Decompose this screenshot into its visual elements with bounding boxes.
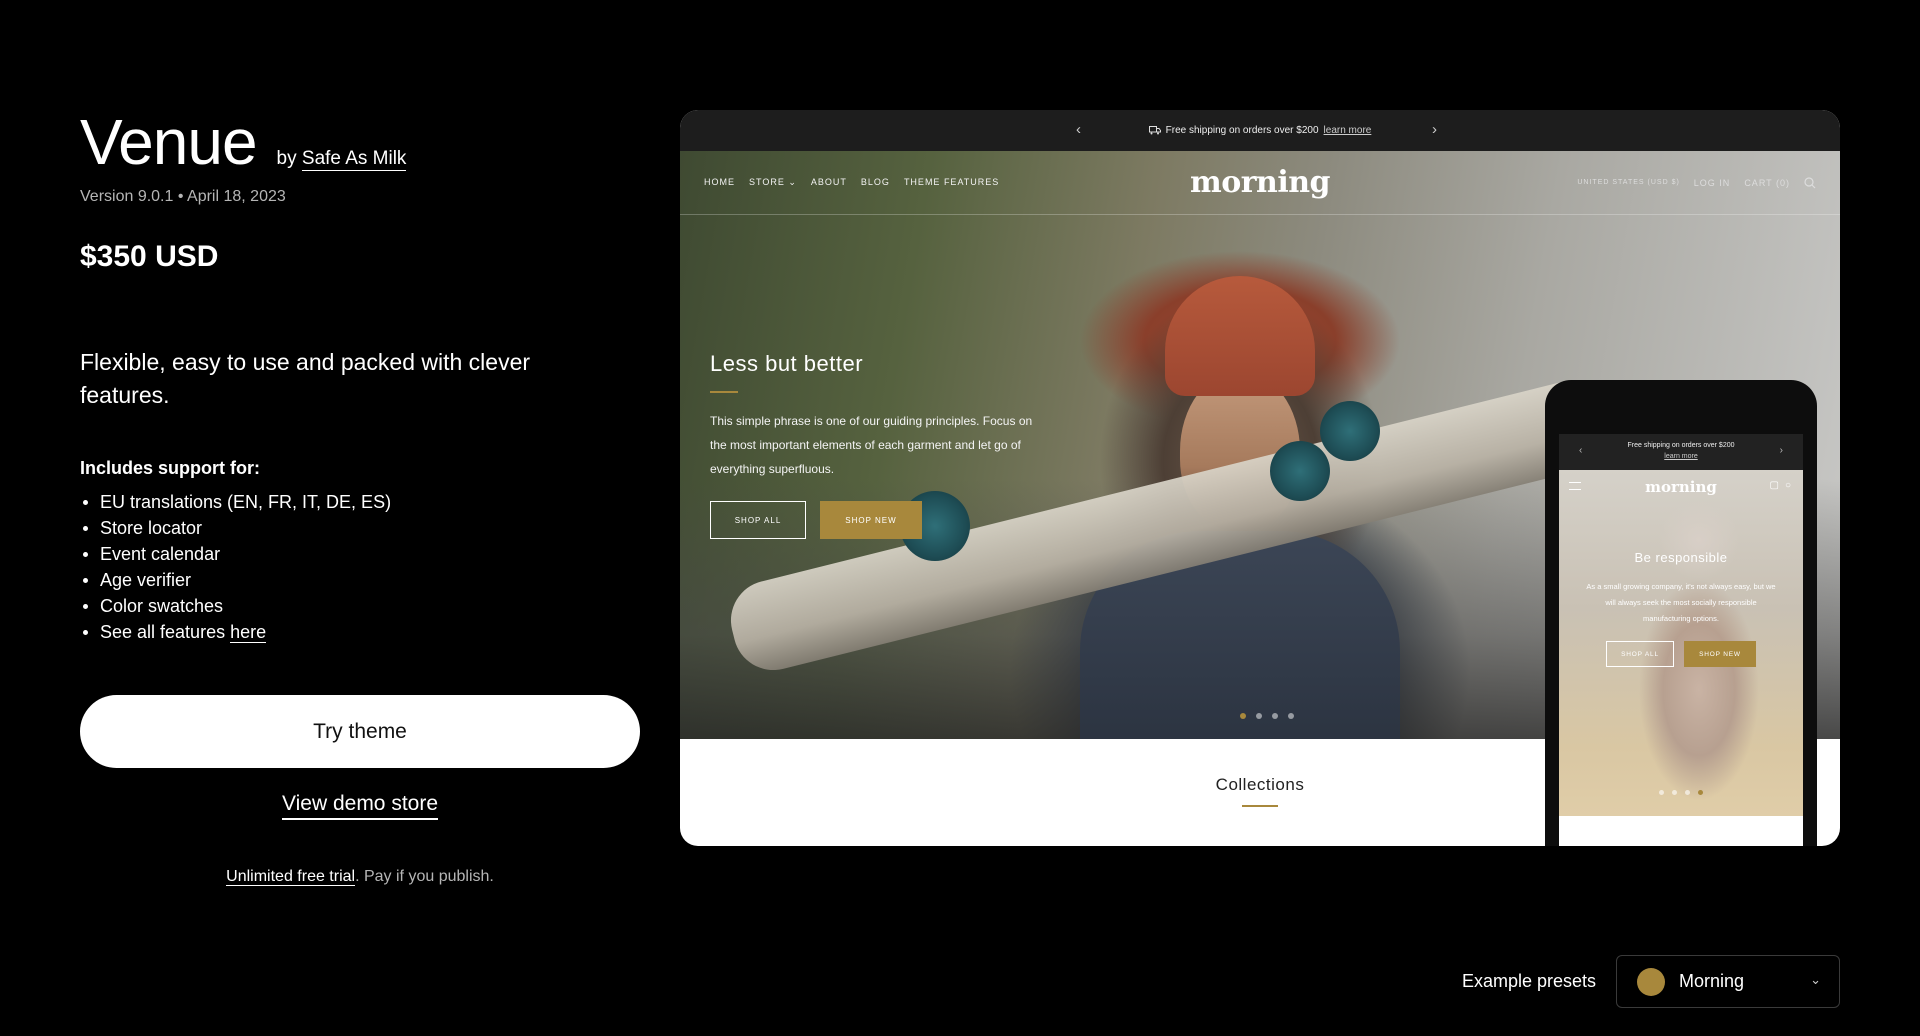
nav-blog[interactable]: BLOG (861, 177, 890, 188)
phone-hero-title: Be responsible (1634, 550, 1728, 565)
theme-info: Venue by Safe As Milk Version 9.0.1 • Ap… (80, 110, 640, 886)
phone-slide-dots (1559, 790, 1803, 795)
slide-dot[interactable] (1672, 790, 1677, 795)
slide-dot[interactable] (1272, 713, 1278, 719)
theme-preview: ‹ Free shipping on orders over $200 lear… (680, 110, 1840, 846)
byline: by Safe As Milk (276, 148, 407, 171)
feature-item-more: See all features here (80, 619, 640, 645)
phone-mockup: ‹ Free shipping on orders over $200 lear… (1545, 380, 1817, 846)
features-here-link[interactable]: here (230, 622, 267, 643)
try-theme-button[interactable]: Try theme (80, 695, 640, 768)
feature-item: Store locator (80, 515, 640, 541)
theme-title: Venue (80, 106, 258, 178)
chevron-down-icon: ⌄ (1810, 972, 1821, 987)
author-link[interactable]: Safe As Milk (301, 148, 407, 171)
collections-rule (1242, 805, 1278, 807)
nav-about[interactable]: ABOUT (811, 177, 847, 188)
phone-announcement-text: Free shipping on orders over $200 (1627, 442, 1735, 449)
slide-dot[interactable] (1698, 790, 1703, 795)
phone-shop-new-button[interactable]: SHOP NEW (1684, 641, 1756, 667)
features-more-text: See all features (100, 622, 226, 642)
release-date: April 18, 2023 (187, 188, 286, 205)
nav-links: HOME STORE ⌄ ABOUT BLOG THEME FEATURES (704, 177, 999, 188)
feature-item: EU translations (EN, FR, IT, DE, ES) (80, 489, 640, 515)
chevron-right-icon[interactable]: › (1780, 445, 1783, 456)
nav-right: UNITED STATES (USD $) LOG IN CART (0) (1577, 176, 1816, 189)
preset-selected-value: Morning (1679, 971, 1745, 991)
feature-item: Color swatches (80, 593, 640, 619)
phone-shop-all-button[interactable]: SHOP ALL (1606, 641, 1674, 667)
bag-icon[interactable]: ▢ (1770, 480, 1779, 491)
phone-hero-description: As a small growing company, it's not alw… (1586, 582, 1776, 623)
announcement-text: Free shipping on orders over $200 (1165, 125, 1319, 136)
search-icon[interactable]: ○ (1785, 480, 1791, 491)
cart-link[interactable]: CART (0) (1744, 178, 1790, 188)
wheel-shape (1270, 441, 1330, 501)
version-info: Version 9.0.1 • April 18, 2023 (80, 188, 640, 206)
slide-dot[interactable] (1685, 790, 1690, 795)
beanie-shape (1165, 276, 1315, 396)
slide-dot[interactable] (1256, 713, 1262, 719)
phone-hero-buttons: SHOP ALL SHOP NEW (1559, 641, 1803, 667)
version-number: Version 9.0.1 (80, 188, 174, 205)
chevron-left-icon[interactable]: ‹ (1076, 121, 1081, 138)
announcement-bar: ‹ Free shipping on orders over $200 lear… (680, 110, 1840, 151)
feature-item: Age verifier (80, 567, 640, 593)
title-row: Venue by Safe As Milk (80, 110, 640, 174)
example-presets: Example presets Morning ⌄ (1462, 955, 1840, 1008)
nav-store-label: STORE (749, 177, 785, 187)
learn-more-link[interactable]: learn more (1324, 125, 1372, 136)
trial-note: Unlimited free trial. Pay if you publish… (80, 868, 640, 886)
hero-buttons: SHOP ALL SHOP NEW (710, 501, 1040, 539)
hero-text: Less but better This simple phrase is on… (710, 351, 1040, 539)
slide-dot[interactable] (1659, 790, 1664, 795)
slide-dot[interactable] (1240, 713, 1246, 719)
slide-dots (1240, 713, 1294, 719)
region-selector[interactable]: UNITED STATES (USD $) (1577, 179, 1679, 186)
feature-item: Event calendar (80, 541, 640, 567)
login-link[interactable]: LOG IN (1694, 178, 1731, 188)
nav-home[interactable]: HOME (704, 177, 735, 188)
preset-select[interactable]: Morning ⌄ (1616, 955, 1840, 1008)
wheel-shape (1320, 401, 1380, 461)
presets-label: Example presets (1461, 971, 1596, 991)
demo-link-wrap: View demo store (80, 792, 640, 820)
phone-hero-text: Be responsible As a small growing compan… (1559, 550, 1803, 667)
announcement: Free shipping on orders over $200 learn … (1148, 125, 1372, 136)
hero-rule (710, 391, 738, 393)
phone-header-icons: ▢ ○ (1770, 480, 1792, 491)
chevron-down-icon: ⌄ (788, 177, 797, 187)
nav-store[interactable]: STORE ⌄ (749, 177, 797, 188)
preset-swatch (1637, 967, 1665, 996)
hero-title: Less but better (710, 351, 864, 376)
phone-learn-more-link[interactable]: learn more (1664, 453, 1697, 460)
truck-icon (1148, 126, 1161, 135)
nav-theme-features[interactable]: THEME FEATURES (904, 177, 999, 188)
phone-hero-image: morning ▢ ○ Be responsible As a small gr… (1559, 470, 1803, 816)
feature-list: EU translations (EN, FR, IT, DE, ES) Sto… (80, 489, 640, 645)
byline-prefix: by (276, 148, 297, 169)
search-icon[interactable] (1804, 176, 1816, 189)
phone-screen: ‹ Free shipping on orders over $200 lear… (1559, 434, 1803, 846)
trial-suffix: . Pay if you publish. (355, 868, 494, 885)
free-trial-link[interactable]: Unlimited free trial (226, 868, 356, 886)
version-separator: • (177, 188, 184, 205)
theme-price: $350 USD (80, 240, 219, 273)
view-demo-store-link[interactable]: View demo store (281, 792, 439, 820)
slide-dot[interactable] (1288, 713, 1294, 719)
hero-description: This simple phrase is one of our guiding… (710, 414, 1033, 476)
shop-all-button[interactable]: SHOP ALL (710, 501, 806, 539)
chevron-left-icon[interactable]: ‹ (1579, 445, 1582, 456)
store-nav: HOME STORE ⌄ ABOUT BLOG THEME FEATURES m… (680, 151, 1840, 215)
chevron-right-icon[interactable]: › (1432, 121, 1437, 138)
theme-tagline: Flexible, easy to use and packed with cl… (80, 349, 531, 408)
phone-logo: morning (1645, 478, 1717, 496)
phone-announcement-bar: ‹ Free shipping on orders over $200 lear… (1559, 434, 1803, 470)
includes-heading: Includes support for: (80, 458, 260, 478)
shop-new-button[interactable]: SHOP NEW (820, 501, 922, 539)
